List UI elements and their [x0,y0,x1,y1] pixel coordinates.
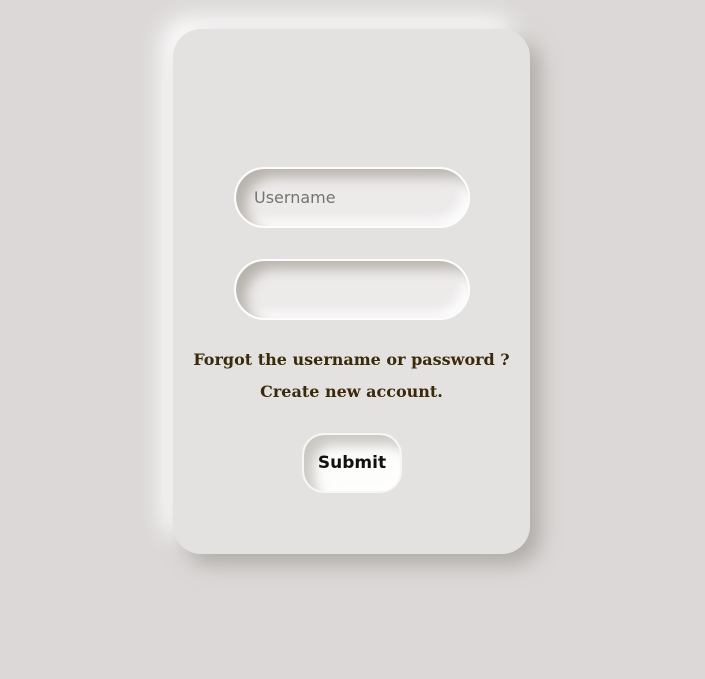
submit-button[interactable]: Submit [302,433,402,493]
create-account-link[interactable]: Create new account. [173,382,530,401]
login-card: Forgot the username or password ? Create… [173,29,530,554]
forgot-credentials-link[interactable]: Forgot the username or password ? [173,350,530,369]
username-input[interactable] [234,167,470,228]
password-input[interactable] [234,259,470,320]
